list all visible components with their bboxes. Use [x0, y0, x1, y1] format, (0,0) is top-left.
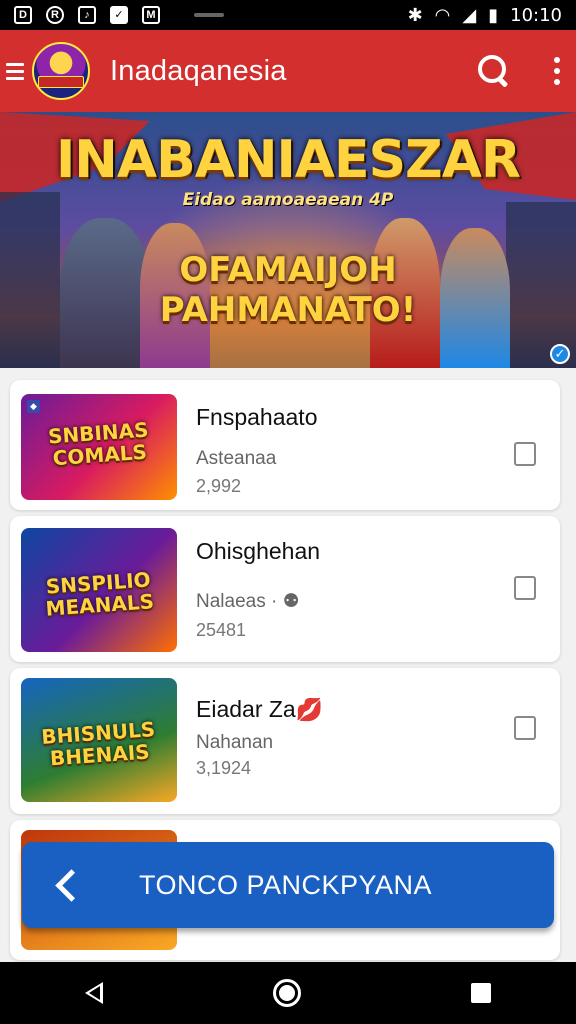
thumbnail-text: SNBINAS COMALS	[47, 417, 150, 471]
list-item[interactable]: BHISNULS BHENAIS Eiadar Za💋 Nahanan 3,19…	[10, 668, 560, 814]
system-icons: ✱ ◠ ◢ ▮ 10:10	[408, 5, 562, 26]
verified-check-icon: ✓	[550, 344, 570, 364]
banner-headline-line1: OFAMAIJOH	[179, 250, 397, 290]
item-count: 25481	[196, 620, 247, 640]
notification-icon-3: ♪	[78, 6, 96, 24]
status-bar: D R ♪ ✓ M ✱ ◠ ◢ ▮ 10:10	[0, 0, 576, 30]
back-action-button[interactable]: TONCO PANCKPYANA	[22, 842, 554, 928]
notification-icon-5: M	[142, 6, 160, 24]
thumbnail-text: SNSPILIO MEANALS	[44, 567, 155, 621]
more-vert-icon[interactable]	[554, 57, 560, 85]
signal-icon: ◢	[462, 4, 477, 25]
list-item[interactable]: ◆ SNBINAS COMALS Fnspahaato Asteanaa 2,9…	[10, 380, 560, 510]
notification-icon-4: ✓	[110, 6, 128, 24]
notification-placeholder	[194, 13, 224, 17]
menu-icon[interactable]	[6, 62, 24, 80]
wifi-icon: ◠	[434, 4, 451, 25]
system-nav-bar	[0, 962, 576, 1024]
notification-icon-2: R	[46, 6, 64, 24]
nav-back-icon[interactable]	[85, 982, 103, 1004]
item-thumbnail: BHISNULS BHENAIS	[21, 678, 177, 802]
bluetooth-icon: ✱	[407, 4, 423, 25]
banner-headline-line2: PAHMANATO!	[159, 290, 417, 330]
item-title: Fnspahaato	[196, 404, 318, 430]
battery-icon: ▮	[488, 4, 499, 25]
item-checkbox[interactable]	[514, 576, 536, 600]
item-title: Ohisghehan	[196, 538, 321, 564]
item-subtitle: Asteanaa	[196, 448, 277, 469]
item-thumbnail: SNSPILIO MEANALS	[21, 528, 177, 652]
thumbnail-tag-icon: ◆	[27, 400, 40, 413]
list-item[interactable]: SNSPILIO MEANALS Ohisghehan Nalaeas · ⚉ …	[10, 516, 560, 662]
chevron-left-icon	[55, 868, 88, 902]
item-count: 3,1924	[196, 758, 252, 778]
banner-headline: OFAMAIJOH PAHMANATO!	[0, 250, 576, 330]
item-checkbox[interactable]	[514, 442, 536, 466]
back-action-label: TONCO PANCKPYANA	[139, 869, 433, 900]
banner-subtitle: Eidao aamoaeaean 4P	[182, 190, 394, 210]
app-title: Inadaqanesia	[110, 54, 287, 87]
thumbnail-text: BHISNULS BHENAIS	[40, 717, 156, 771]
clock: 10:10	[510, 4, 562, 26]
search-icon[interactable]	[476, 53, 512, 89]
lips-emoji-icon: 💋	[295, 697, 324, 722]
promo-banner[interactable]: INABANIAESZAR Eidao aamoaeaean 4P OFAMAI…	[0, 112, 576, 368]
item-subtitle: Nahanan	[196, 732, 274, 753]
notification-icon-1: D	[14, 6, 32, 24]
item-title-text: Eiadar Za	[196, 696, 296, 722]
nav-recents-icon[interactable]	[471, 983, 491, 1003]
item-checkbox[interactable]	[514, 716, 536, 740]
app-bar: Inadaqanesia	[0, 30, 576, 112]
item-subtitle: Nalaeas · ⚉	[196, 591, 300, 612]
nav-home-icon[interactable]	[273, 979, 301, 1007]
item-title: Eiadar Za💋	[196, 696, 323, 723]
item-count: 2,992	[196, 476, 242, 496]
item-thumbnail: ◆ SNBINAS COMALS	[21, 394, 177, 500]
app-logo[interactable]	[32, 42, 90, 100]
notification-icons: D R ♪ ✓ M	[14, 6, 224, 24]
banner-title: INABANIAESZAR	[55, 130, 521, 190]
